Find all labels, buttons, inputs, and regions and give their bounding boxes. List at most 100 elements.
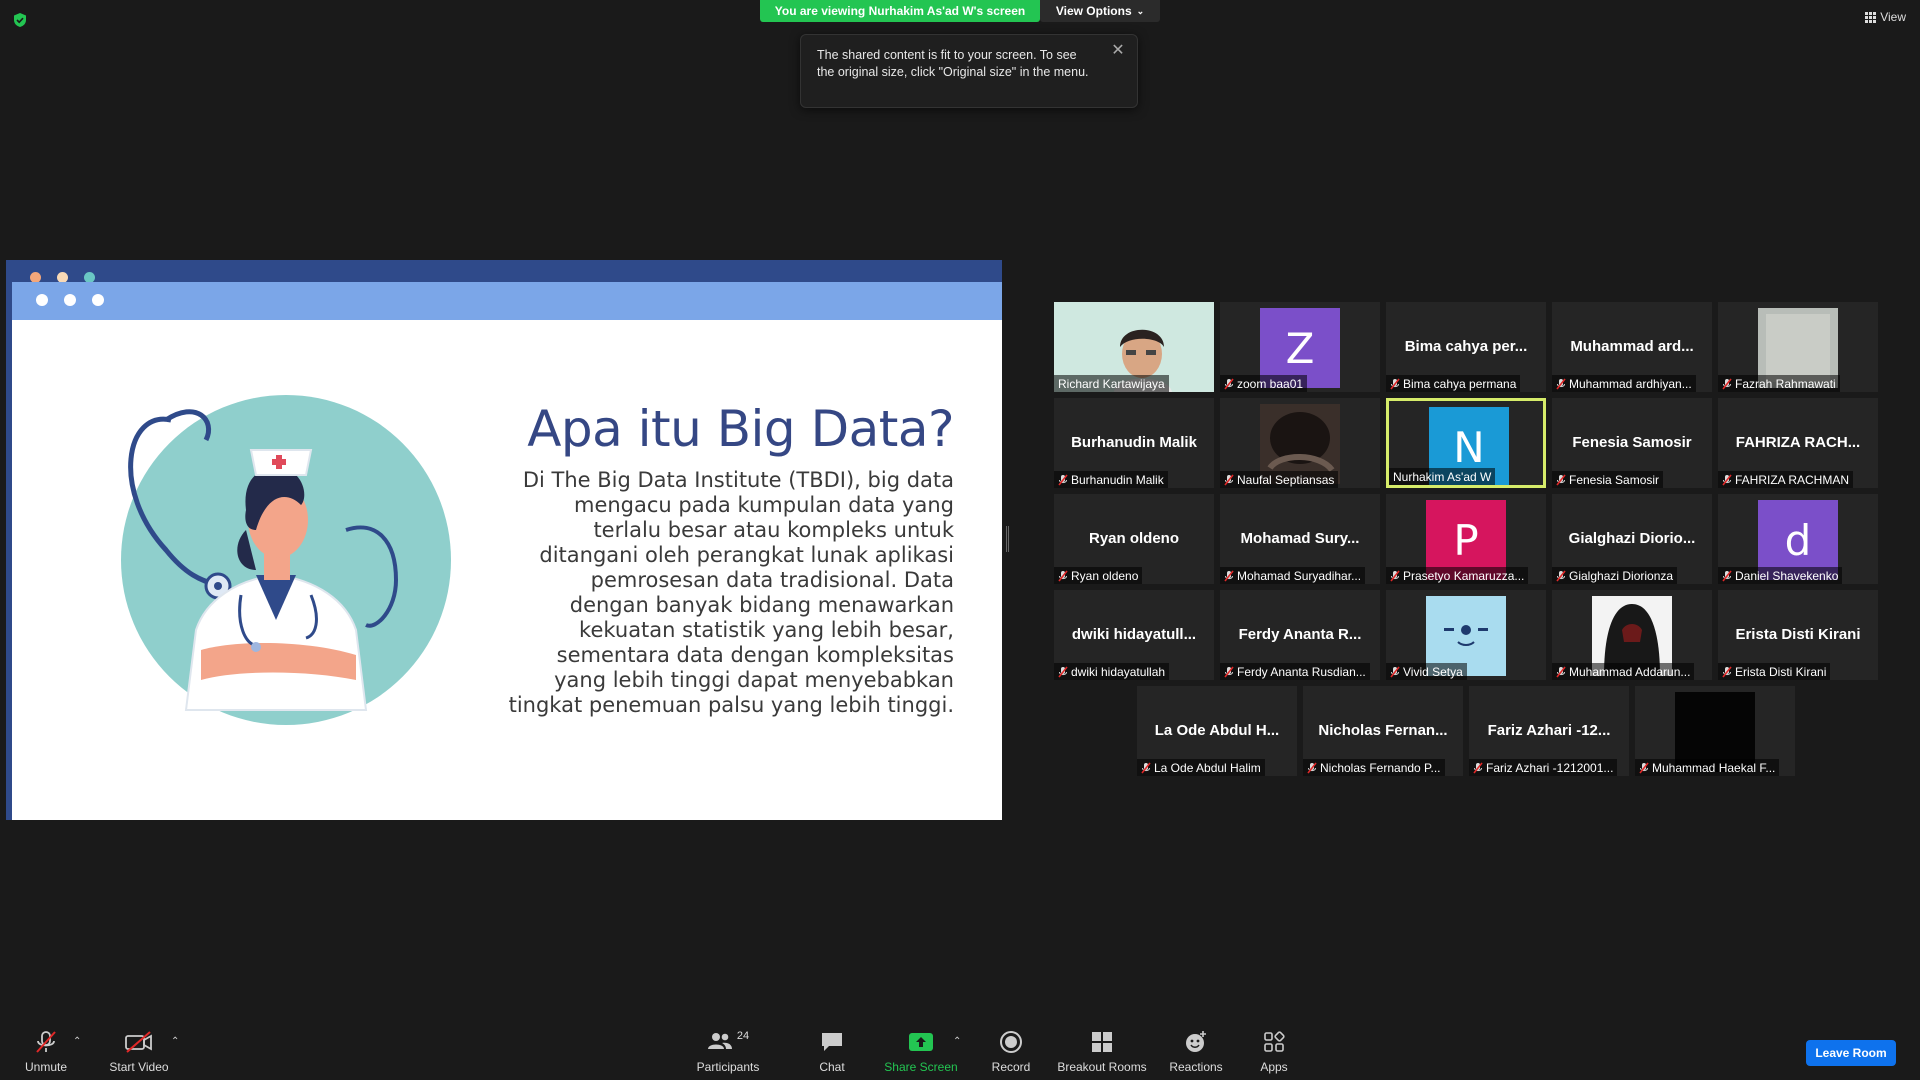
viewing-screen-banner: You are viewing Nurhakim As'ad W's scree…	[760, 0, 1040, 22]
split-view-drag-handle[interactable]	[1006, 526, 1009, 552]
leave-room-button[interactable]: Leave Room	[1806, 1040, 1896, 1066]
participant-tile[interactable]: Richard Kartawijaya	[1054, 302, 1214, 392]
view-options-label: View Options	[1055, 4, 1132, 18]
participant-name: Fazrah Rahmawati	[1735, 376, 1836, 391]
participant-name: Richard Kartawijaya	[1058, 376, 1165, 391]
participant-name: Ryan oldeno	[1071, 568, 1139, 583]
video-options-caret-icon[interactable]: ⌃	[171, 1036, 179, 1047]
microphone-muted-icon	[1556, 570, 1566, 582]
participant-name: dwiki hidayatullah	[1071, 664, 1166, 679]
participant-name: Muhammad Haekal F...	[1652, 760, 1776, 775]
close-icon[interactable]: ✕	[1109, 41, 1127, 59]
microphone-muted-icon	[1473, 762, 1483, 774]
participant-display-name: dwiki hidayatull...	[1071, 626, 1197, 643]
participant-display-name: Ferdy Ananta R...	[1238, 626, 1362, 643]
participant-tile[interactable]: d Daniel Shavekenko	[1718, 494, 1878, 584]
nurse-illustration	[121, 395, 451, 725]
participant-name: Bima cahya permana	[1403, 376, 1517, 391]
slide-browser-bar	[12, 282, 1002, 320]
participant-tile[interactable]: Bima cahya per... Bima cahya permana	[1386, 302, 1546, 392]
participant-name: Naufal Septiansas	[1237, 472, 1335, 487]
participant-tile[interactable]: Nicholas Fernan... Nicholas Fernando P...	[1303, 686, 1463, 776]
apps-button[interactable]: Apps	[1252, 1028, 1296, 1074]
unmute-button[interactable]: Unmute	[22, 1028, 70, 1074]
record-label: Record	[991, 1060, 1031, 1074]
slide-top-strip	[6, 260, 1002, 282]
breakout-rooms-button[interactable]: Breakout Rooms	[1056, 1028, 1148, 1074]
reactions-button[interactable]: Reactions	[1166, 1028, 1226, 1074]
participant-name: Nurhakim As'ad W	[1393, 469, 1492, 484]
participant-name-label: Bima cahya permana	[1386, 375, 1521, 392]
apps-label: Apps	[1260, 1060, 1288, 1074]
breakout-rooms-icon	[1091, 1028, 1113, 1056]
participant-tile[interactable]: Fariz Azhari -12... Fariz Azhari -1212001…	[1469, 686, 1629, 776]
participant-name: La Ode Abdul Halim	[1154, 760, 1261, 775]
participant-tile[interactable]: Ryan oldeno Ryan oldeno	[1054, 494, 1214, 584]
audio-options-caret-icon[interactable]: ⌃	[73, 1036, 81, 1047]
participant-tile[interactable]: Muhammad Haekal F...	[1635, 686, 1795, 776]
participant-tile[interactable]: Gialghazi Diorio... Gialghazi Diorionza	[1552, 494, 1712, 584]
chat-button[interactable]: Chat	[810, 1028, 854, 1074]
microphone-muted-icon	[1224, 474, 1234, 486]
participant-display-name: Burhanudin Malik	[1071, 434, 1197, 451]
participant-tile[interactable]: Erista Disti Kirani Erista Disti Kirani	[1718, 590, 1878, 680]
record-icon	[999, 1028, 1023, 1056]
participant-name: FAHRIZA RACHMAN	[1735, 472, 1850, 487]
chevron-down-icon: ⌄	[1136, 5, 1145, 16]
participant-tile[interactable]: Burhanudin Malik Burhanudin Malik	[1054, 398, 1214, 488]
participant-name: Muhammad Addarun...	[1569, 664, 1691, 679]
fit-to-screen-tooltip: The shared content is fit to your screen…	[800, 34, 1138, 108]
participant-tile[interactable]: Zzoom baa01	[1220, 302, 1380, 392]
participant-tile[interactable]: Ferdy Ananta R... Ferdy Ananta Rusdian...	[1220, 590, 1380, 680]
participant-display-name: Nicholas Fernan...	[1318, 722, 1448, 739]
participant-name-label: Muhammad Haekal F...	[1635, 759, 1780, 776]
gallery-row: La Ode Abdul H... La Ode Abdul Halim Nicho…	[1054, 686, 1880, 776]
meeting-toolbar: Unmute ⌃ Start Video ⌃ 24 Participants C…	[0, 1020, 1920, 1080]
gallery-row: Burhanudin Malik Burhanudin Malik Naufal S…	[1054, 398, 1880, 488]
microphone-muted-icon	[1722, 666, 1732, 678]
participant-name: zoom baa01	[1237, 376, 1304, 391]
participant-name-label: Gialghazi Diorionza	[1552, 567, 1678, 584]
breakout-rooms-label: Breakout Rooms	[1057, 1060, 1147, 1074]
microphone-muted-icon	[1224, 666, 1234, 678]
participant-name-label: Prasetyo Kamaruzza...	[1386, 567, 1529, 584]
participant-tile[interactable]: La Ode Abdul H... La Ode Abdul Halim	[1137, 686, 1297, 776]
chat-label: Chat	[819, 1060, 845, 1074]
participant-tile[interactable]: N Nurhakim As'ad W	[1386, 398, 1546, 488]
participants-button[interactable]: 24 Participants	[692, 1028, 764, 1074]
participant-tile[interactable]: Fenesia Samosir Fenesia Samosir	[1552, 398, 1712, 488]
participant-display-name: Bima cahya per...	[1404, 338, 1528, 355]
reactions-label: Reactions	[1169, 1060, 1223, 1074]
participant-name: Prasetyo Kamaruzza...	[1403, 568, 1525, 583]
gallery-row: Ryan oldeno Ryan oldeno Mohamad Sury... Moh…	[1054, 494, 1880, 584]
view-options-button[interactable]: View Options ⌄	[1040, 0, 1160, 22]
participant-tile[interactable]: Vivid Setya	[1386, 590, 1546, 680]
record-button[interactable]: Record	[986, 1028, 1036, 1074]
participant-name: Vivid Setya	[1403, 664, 1463, 679]
participant-display-name: Muhammad ard...	[1570, 338, 1694, 355]
participant-tile[interactable]: FAHRIZA RACH... FAHRIZA RACHMAN	[1718, 398, 1878, 488]
participant-name-label: Nurhakim As'ad W	[1389, 468, 1496, 485]
participant-tile[interactable]: Muhammad Addarun...	[1552, 590, 1712, 680]
participant-tile[interactable]: P Prasetyo Kamaruzza...	[1386, 494, 1546, 584]
view-label: View	[1880, 10, 1906, 24]
participant-tile[interactable]: Muhammad ard... Muhammad ardhiyan...	[1552, 302, 1712, 392]
security-shield-icon[interactable]	[12, 12, 28, 28]
view-layout-button[interactable]: View	[1865, 10, 1906, 24]
participant-name: Nicholas Fernando P...	[1320, 760, 1441, 775]
participant-name-label: Erista Disti Kirani	[1718, 663, 1831, 680]
video-off-icon	[124, 1028, 154, 1056]
participant-tile[interactable]: Naufal Septiansas	[1220, 398, 1380, 488]
participant-tile[interactable]: Mohamad Sury... Mohamad Suryadihar...	[1220, 494, 1380, 584]
start-video-label: Start Video	[109, 1060, 169, 1074]
participant-display-name: Mohamad Sury...	[1240, 530, 1360, 547]
share-screen-button[interactable]: Share Screen	[880, 1028, 962, 1074]
participant-tile[interactable]: Fazrah Rahmawati	[1718, 302, 1878, 392]
participant-tile[interactable]: dwiki hidayatull... dwiki hidayatullah	[1054, 590, 1214, 680]
participant-display-name: Erista Disti Kirani	[1735, 626, 1861, 643]
start-video-button[interactable]: Start Video	[104, 1028, 174, 1074]
participant-display-name: Ryan oldeno	[1088, 530, 1179, 547]
microphone-muted-icon	[1722, 378, 1732, 390]
microphone-muted-icon	[1390, 378, 1400, 390]
share-options-caret-icon[interactable]: ⌃	[953, 1036, 961, 1047]
